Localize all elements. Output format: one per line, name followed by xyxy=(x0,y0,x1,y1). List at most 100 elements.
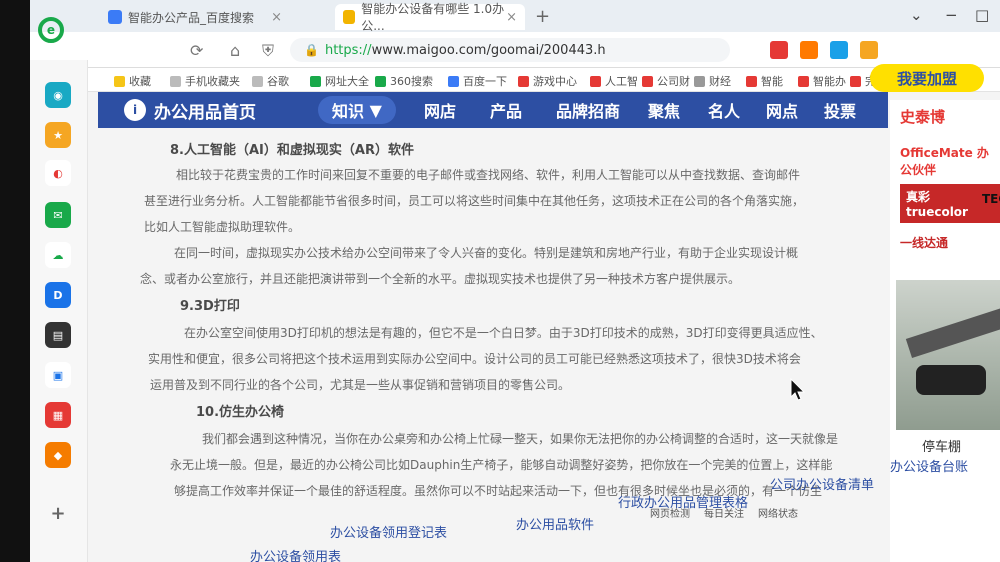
tab-label: 智能办公设备有哪些 1.0办公... xyxy=(361,2,505,33)
bookmark-item[interactable]: 智能 xyxy=(746,73,783,89)
bookmark-item[interactable]: 手机收藏夹 xyxy=(170,73,240,89)
brand-logo-officemate[interactable]: OfficeMate 办公伙伴 xyxy=(900,144,1000,178)
site-icon xyxy=(850,75,861,87)
paragraph-line: 实用性和便宜，很多公司将把这个技术运用到实际办公空间中。设计公司的员工可能已经熟… xyxy=(148,352,801,366)
app-game-icon[interactable]: ◆ xyxy=(45,442,71,468)
nav-item-outlets[interactable]: 网点 xyxy=(766,92,798,128)
brand-logo-tec[interactable]: TEC xyxy=(982,192,1000,206)
brand-logo-icon: i xyxy=(124,99,146,121)
carport-photo[interactable] xyxy=(896,280,1000,430)
app-dark-icon[interactable]: ▤ xyxy=(45,322,71,348)
sidebar-app-icon[interactable]: ◉ xyxy=(45,82,71,108)
shield-icon[interactable]: ⛨ xyxy=(262,41,274,61)
bookmark-item[interactable]: 谷歌 xyxy=(252,73,289,89)
folder-icon xyxy=(170,75,181,87)
related-link[interactable]: 办公设备领用登记表 xyxy=(330,522,447,541)
cloud-icon[interactable]: ☁ xyxy=(45,242,71,268)
related-link[interactable]: 办公设备领用表 xyxy=(250,546,341,562)
paragraph-line: 运用普及到不同行业的各个公司，尤其是一些从事促销和营销项目的零售公司。 xyxy=(150,378,571,392)
bookmark-item[interactable]: 智能办 xyxy=(798,73,846,89)
extension-icon[interactable] xyxy=(830,41,848,59)
nav-item-products[interactable]: 产品 xyxy=(490,92,522,128)
carport-roof xyxy=(905,301,1000,359)
section-heading: 10.仿生办公椅 xyxy=(196,405,285,420)
photo-caption: 停车棚 xyxy=(922,440,962,455)
maximize-button[interactable]: □ xyxy=(975,6,989,24)
brand-label: 办公用品首页 xyxy=(154,102,256,123)
star-icon[interactable]: ★ xyxy=(45,122,71,148)
tab-maigoo-article[interactable]: 智能办公设备有哪些 1.0办公... × xyxy=(335,2,525,33)
site-icon xyxy=(642,75,653,87)
related-link[interactable]: 公司办公设备清单 xyxy=(770,474,874,493)
nav-item-franchise[interactable]: 品牌招商 xyxy=(556,92,620,128)
brand-logo-yixian[interactable]: 一线达通 xyxy=(900,234,948,251)
home-icon[interactable]: ⌂ xyxy=(230,41,240,60)
tab-label: 智能办公产品_百度搜索 xyxy=(128,10,255,25)
join-button[interactable]: 我要加盟 xyxy=(870,64,984,92)
close-tab-icon[interactable]: × xyxy=(271,10,282,25)
brand-logo-staples[interactable]: 史泰博 xyxy=(900,106,945,127)
paragraph-line: 相比较于花费宝贵的工作时间来回复不重要的电子邮件或查找网络、软件，利用人工智能可… xyxy=(176,168,801,182)
close-tab-icon[interactable]: × xyxy=(506,10,517,25)
paragraph-line: 我们都会遇到这种情况，当你在办公桌旁和办公椅上忙碌一整天，如果你无法把你的办公椅… xyxy=(202,432,839,446)
monitor-left-edge xyxy=(0,0,30,562)
minimize-button[interactable]: − xyxy=(945,6,958,24)
site-icon xyxy=(375,75,386,87)
site-icon xyxy=(448,75,459,87)
bookmark-item[interactable]: 财经 xyxy=(694,73,731,89)
weibo-icon[interactable]: ◐ xyxy=(45,160,71,186)
left-sidebar: ◉ ★ ◐ ✉ ☁ D ▤ ▣ ▦ ◆ + xyxy=(30,60,88,562)
lock-icon: 🔒 xyxy=(304,43,319,57)
extension-icon[interactable] xyxy=(860,41,878,59)
nav-item-knowledge[interactable]: 知识 ▼ xyxy=(318,96,396,124)
related-link[interactable]: 行政办公用品管理表格 xyxy=(618,492,748,511)
site-home-link[interactable]: i 办公用品首页 xyxy=(98,92,256,128)
bookmark-item[interactable]: 百度一下 xyxy=(448,73,507,89)
app-red-icon[interactable]: ▦ xyxy=(45,402,71,428)
paragraph-line: 比如人工智能虚拟助理软件。 xyxy=(144,220,301,234)
site-icon xyxy=(310,75,321,87)
car-shape xyxy=(916,365,986,395)
new-tab-button[interactable]: + xyxy=(535,6,550,27)
extension-icon[interactable] xyxy=(800,41,818,59)
bookmark-item[interactable]: 网址大全 xyxy=(310,73,369,89)
site-icon xyxy=(590,75,601,87)
mouse-cursor-icon xyxy=(790,378,806,401)
url-text: www.maigoo.com/goomai/200443.h xyxy=(371,42,606,58)
bookmark-item[interactable]: 公司财 xyxy=(642,73,690,89)
article-content: 8.人工智能（AI）和虚拟现实（AR）软件 相比较于花费宝贵的工作时间来回复不重… xyxy=(140,130,880,550)
nav-item-vote[interactable]: 投票 xyxy=(824,92,856,128)
bookmark-item[interactable]: 人工智 xyxy=(590,73,638,89)
paragraph-line: 在同一时间，虚拟现实办公技术给办公空间带来了令人兴奋的变化。特别是建筑和房地产行… xyxy=(174,246,799,260)
refresh-icon[interactable]: ⟳ xyxy=(190,41,203,60)
browser-logo[interactable]: e xyxy=(30,0,72,60)
nav-item-shops[interactable]: 网店 xyxy=(424,92,456,128)
folder-icon xyxy=(252,75,263,87)
tab-baidu-search[interactable]: 智能办公产品_百度搜索 × xyxy=(100,4,290,30)
section-heading: 9.3D打印 xyxy=(180,299,240,314)
related-link[interactable]: 办公设备台账 xyxy=(890,456,968,475)
url-field[interactable]: 🔒 https:// www.maigoo.com/goomai/200443.… xyxy=(290,38,730,62)
url-scheme: https:// xyxy=(324,42,372,58)
paragraph-line: 永无止境一般。但是，最近的办公椅公司比如Dauphin生产椅子，能够自动调整好姿… xyxy=(170,458,833,472)
star-icon xyxy=(114,75,125,87)
paragraph-line: 甚至进行业务分析。人工智能都能节省很多时间，员工可以将这些时间集中在其他任务，这… xyxy=(144,194,805,208)
app-d-icon[interactable]: D xyxy=(45,282,71,308)
related-links: 办公设备领用登记表 办公用品软件 行政办公用品管理表格 公司办公设备清单 办公设… xyxy=(30,460,1000,562)
extension-icon[interactable] xyxy=(770,41,788,59)
site-icon xyxy=(518,75,529,87)
bookmark-item[interactable]: 360搜索 xyxy=(375,73,433,89)
mail-icon[interactable]: ✉ xyxy=(45,202,71,228)
site-icon xyxy=(694,75,705,87)
bookmarks-bar: 收藏 手机收藏夹 谷歌 网址大全 360搜索 百度一下 游戏中心 人工智 公司财… xyxy=(30,68,1000,92)
related-link[interactable]: 办公用品软件 xyxy=(516,514,594,533)
nav-item-celebrities[interactable]: 名人 xyxy=(708,92,740,128)
nav-item-focus[interactable]: 聚焦 xyxy=(648,92,680,128)
browser-360-icon: e xyxy=(38,17,64,43)
bookmark-item[interactable]: 游戏中心 xyxy=(518,73,577,89)
site-nav: i 办公用品首页 知识 ▼ 网店 产品 品牌招商 聚焦 名人 网点 投票 xyxy=(98,92,888,128)
maigoo-site-icon xyxy=(343,10,356,24)
bookmark-item[interactable]: 收藏 xyxy=(114,73,151,89)
tab-list-button[interactable]: ⌄ xyxy=(910,6,923,24)
app-blue-icon[interactable]: ▣ xyxy=(45,362,71,388)
